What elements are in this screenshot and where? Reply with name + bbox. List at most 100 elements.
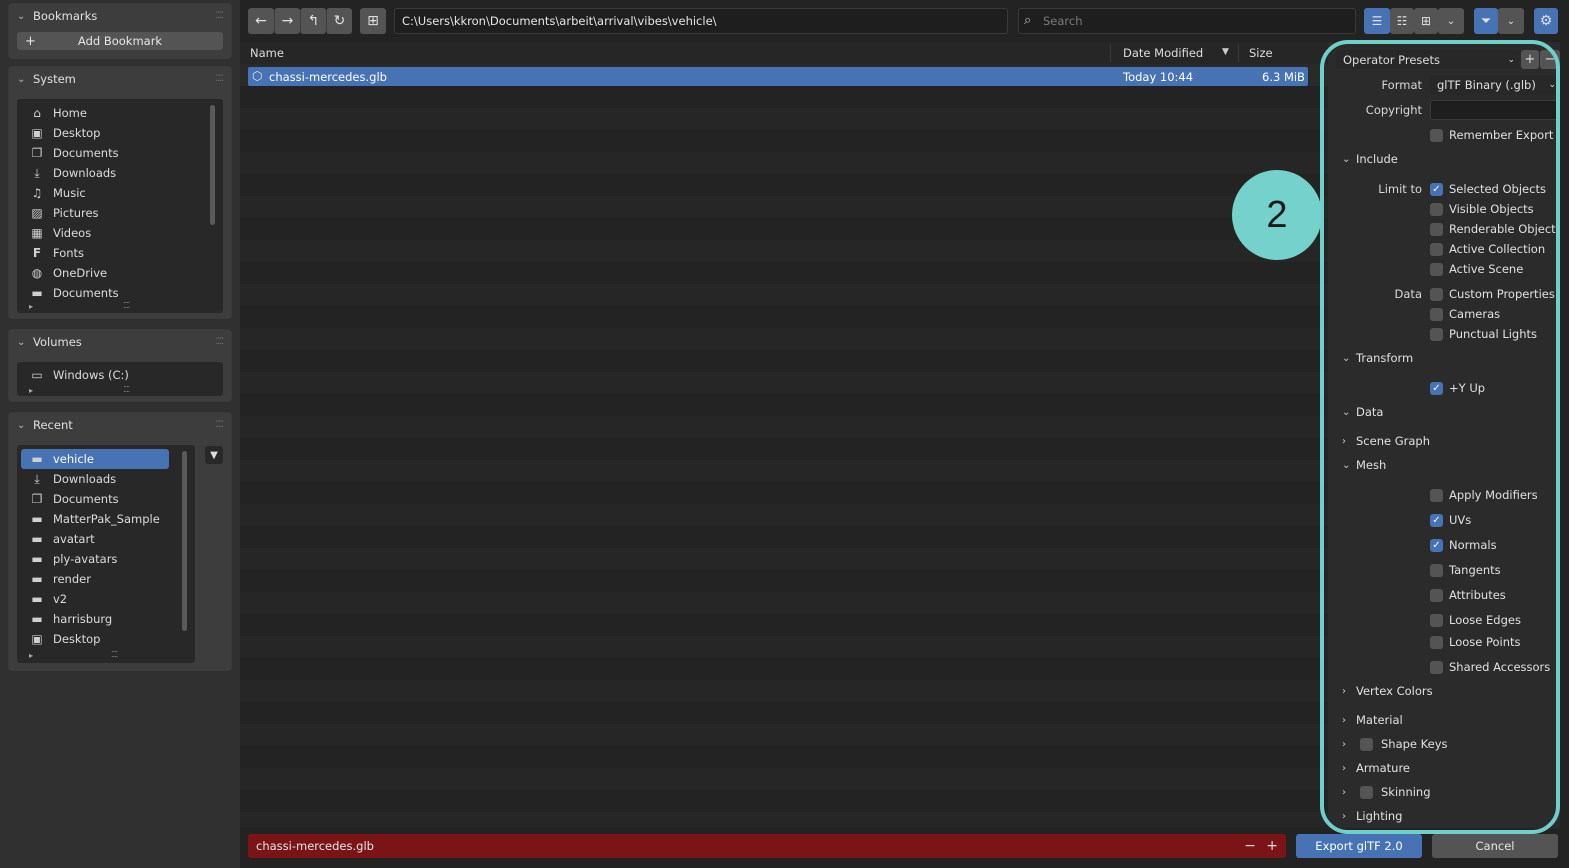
operator-presets-dropdown[interactable]: Operator Presets ⌄: [1336, 50, 1520, 69]
recent-item-avatart[interactable]: ▬ avatart: [21, 529, 169, 549]
expand-arrow-icon[interactable]: ▸: [29, 386, 33, 395]
active-collection-checkbox[interactable]: Active Collection: [1430, 241, 1545, 257]
increment-icon[interactable]: +: [1266, 838, 1278, 854]
drag-handle-icon[interactable]: ⁚⁚⁚⁚: [216, 11, 225, 21]
armature-section-header[interactable]: › Armature: [1328, 757, 1560, 779]
selected-objects-checkbox[interactable]: ✓ Selected Objects: [1430, 181, 1546, 197]
resize-grip-icon[interactable]: ⁚⁚⁚⁚: [111, 650, 118, 659]
column-name-header[interactable]: Name: [250, 42, 284, 64]
sidebar-item-home[interactable]: ⌂ Home: [17, 103, 207, 123]
resize-grip-icon[interactable]: ⁚⁚⁚⁚: [123, 385, 130, 394]
recent-item-vehicle[interactable]: ▬ vehicle: [21, 449, 169, 469]
mesh-section-header[interactable]: ⌄ Mesh: [1328, 454, 1560, 476]
sidebar-item-onedrive[interactable]: ◍ OneDrive: [17, 263, 207, 283]
data-section-header[interactable]: ⌄ Data: [1328, 401, 1560, 423]
checkbox-icon[interactable]: [1360, 785, 1373, 799]
scrollbar[interactable]: [182, 451, 187, 631]
decrement-icon[interactable]: −: [1244, 838, 1256, 854]
column-date-header[interactable]: Date Modified: [1123, 42, 1203, 64]
sidebar-item-windows-c[interactable]: ▭ Windows (C:): [17, 365, 223, 385]
remember-export-checkbox[interactable]: Remember Export ...: [1430, 127, 1560, 143]
filter-toggle-button[interactable]: ⏷: [1474, 8, 1498, 34]
settings-toggle-button[interactable]: ⚙: [1534, 8, 1558, 34]
add-bookmark-button[interactable]: + Add Bookmark: [17, 32, 223, 50]
expand-arrow-icon[interactable]: ▸: [29, 302, 33, 311]
recent-options-dropdown[interactable]: ▼: [205, 446, 223, 464]
uvs-checkbox[interactable]: ✓ UVs: [1430, 512, 1471, 528]
directory-path-input[interactable]: C:\Users\kkron\Documents\arbeit\arrival\…: [394, 8, 1008, 34]
punctual-lights-checkbox[interactable]: Punctual Lights: [1430, 326, 1537, 342]
recent-item-documents[interactable]: ❐ Documents: [21, 489, 169, 509]
visible-objects-checkbox[interactable]: Visible Objects: [1430, 201, 1534, 217]
display-options-dropdown[interactable]: ⌄: [1438, 8, 1464, 34]
new-folder-button[interactable]: ⊞: [360, 8, 386, 34]
cancel-button[interactable]: Cancel: [1432, 834, 1558, 858]
bookmarks-header[interactable]: ⌄ Bookmarks ⁚⁚⁚⁚: [9, 4, 231, 28]
recent-item-desktop[interactable]: ▣ Desktop: [21, 629, 169, 649]
recent-item-v2[interactable]: ▬ v2: [21, 589, 169, 609]
filter-options-dropdown[interactable]: ⌄: [1498, 8, 1524, 34]
apply-modifiers-checkbox[interactable]: Apply Modifiers: [1430, 487, 1538, 503]
sidebar-item-music[interactable]: ♫ Music: [17, 183, 207, 203]
sidebar-item-fonts[interactable]: F Fonts: [17, 243, 207, 263]
format-dropdown[interactable]: glTF Binary (.glb) ⌄: [1430, 75, 1560, 95]
scrollbar[interactable]: [210, 105, 215, 225]
column-size-header[interactable]: Size: [1249, 42, 1273, 64]
refresh-button[interactable]: ↻: [326, 8, 352, 34]
drag-handle-icon[interactable]: ⁚⁚⁚⁚: [216, 74, 225, 84]
recent-item-downloads[interactable]: ⤓ Downloads: [21, 469, 169, 489]
parent-directory-button[interactable]: ↰: [300, 8, 326, 34]
filename-input[interactable]: chassi-mercedes.glb − +: [248, 834, 1286, 858]
tangents-checkbox[interactable]: Tangents: [1430, 562, 1501, 578]
include-section-header[interactable]: ⌄ Include: [1328, 148, 1560, 170]
active-scene-checkbox[interactable]: Active Scene: [1430, 261, 1523, 277]
sidebar-item-documents-2[interactable]: ▬ Documents: [17, 283, 207, 303]
resize-grip-icon[interactable]: ⁚⁚⁚⁚: [123, 301, 130, 310]
loose-edges-checkbox[interactable]: Loose Edges: [1430, 612, 1521, 628]
normals-checkbox[interactable]: ✓ Normals: [1430, 537, 1497, 553]
material-section-header[interactable]: › Material: [1328, 709, 1560, 731]
drag-handle-icon[interactable]: ⁚⁚⁚⁚: [216, 337, 225, 347]
add-preset-button[interactable]: +: [1521, 50, 1539, 69]
expand-arrow-icon[interactable]: ▸: [29, 651, 33, 660]
sidebar-item-desktop[interactable]: ▣ Desktop: [17, 123, 207, 143]
transform-section-header[interactable]: ⌄ Transform: [1328, 347, 1560, 369]
loose-points-checkbox[interactable]: Loose Points: [1430, 634, 1521, 650]
recent-header[interactable]: ⌄ Recent ⁚⁚⁚⁚: [9, 413, 231, 437]
scene-graph-section-header[interactable]: › Scene Graph: [1328, 430, 1560, 452]
recent-item-matterpak[interactable]: ▬ MatterPak_Sample: [21, 509, 169, 529]
recent-item-harrisburg[interactable]: ▬ harrisburg: [21, 609, 169, 629]
recent-item-ply-avatars[interactable]: ▬ ply-avatars: [21, 549, 169, 569]
cameras-checkbox[interactable]: Cameras: [1430, 306, 1500, 322]
skinning-section-header[interactable]: › Skinning: [1328, 781, 1560, 803]
lighting-section-header[interactable]: › Lighting: [1328, 805, 1560, 827]
export-button[interactable]: Export glTF 2.0: [1296, 834, 1422, 858]
sidebar-item-documents[interactable]: ❐ Documents: [17, 143, 207, 163]
copyright-input[interactable]: [1430, 100, 1560, 120]
remove-preset-button[interactable]: −: [1540, 50, 1560, 69]
shared-accessors-checkbox[interactable]: Shared Accessors: [1430, 659, 1550, 675]
vertex-colors-section-header[interactable]: › Vertex Colors: [1328, 680, 1560, 702]
attributes-checkbox[interactable]: Attributes: [1430, 587, 1506, 603]
thumbnail-view-button[interactable]: ⊞: [1414, 8, 1438, 34]
shape-keys-section-header[interactable]: › Shape Keys: [1328, 733, 1560, 755]
checkbox-icon[interactable]: [1360, 737, 1373, 751]
y-up-checkbox[interactable]: ✓ +Y Up: [1430, 380, 1485, 396]
horizontal-list-view-button[interactable]: ☷: [1390, 8, 1414, 34]
recent-item-render[interactable]: ▬ render: [21, 569, 169, 589]
file-row[interactable]: ⬡ chassi-mercedes.glb Today 10:44 6.3 Mi…: [248, 67, 1308, 86]
sidebar-item-downloads[interactable]: ⤓ Downloads: [17, 163, 207, 183]
custom-properties-checkbox[interactable]: Custom Properties: [1430, 286, 1555, 302]
vertical-list-view-button[interactable]: ☰: [1364, 8, 1390, 34]
back-button[interactable]: ←: [248, 8, 274, 34]
system-header[interactable]: ⌄ System ⁚⁚⁚⁚: [9, 67, 231, 91]
search-input[interactable]: ⌕ Search: [1018, 8, 1356, 34]
renderable-objects-checkbox[interactable]: Renderable Objects: [1430, 221, 1560, 237]
volumes-header[interactable]: ⌄ Volumes ⁚⁚⁚⁚: [9, 330, 231, 354]
sidebar-item-pictures[interactable]: ▨ Pictures: [17, 203, 207, 223]
sidebar-item-videos[interactable]: ▦ Videos: [17, 223, 207, 243]
drag-handle-icon[interactable]: ⁚⁚⁚⁚: [216, 420, 225, 430]
forward-button[interactable]: →: [274, 8, 300, 34]
home-icon: ⌂: [33, 106, 41, 120]
sort-descending-icon[interactable]: ▼: [1222, 47, 1229, 57]
